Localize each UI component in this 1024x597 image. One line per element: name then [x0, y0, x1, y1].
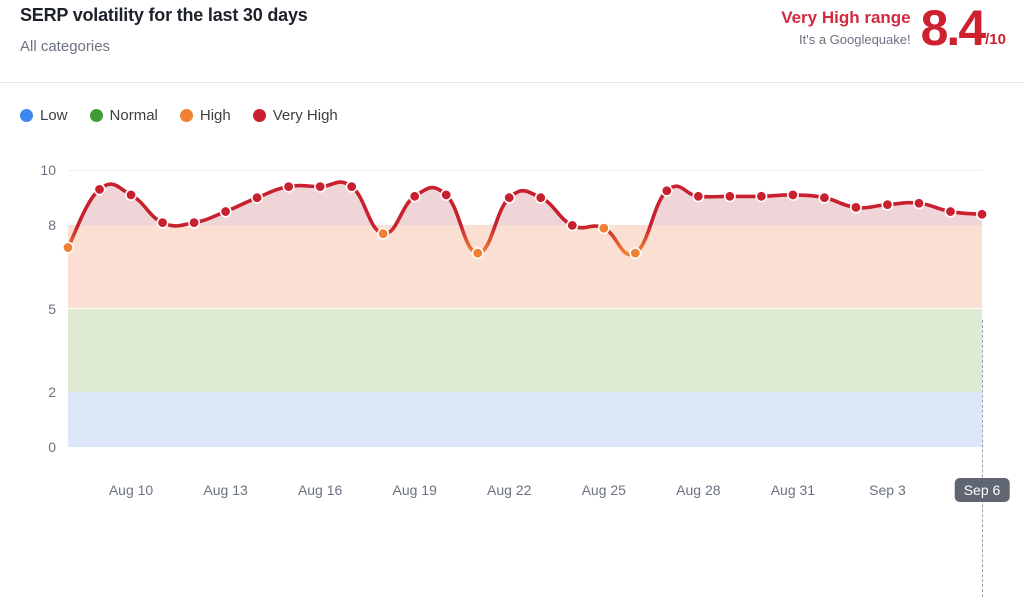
data-point[interactable] — [188, 216, 201, 229]
x-tick-label[interactable]: Aug 25 — [582, 482, 626, 498]
legend-dot-icon — [252, 109, 266, 122]
legend-dot-icon — [179, 109, 193, 122]
legend-dot-icon — [89, 109, 103, 122]
y-tick-label: 8 — [48, 217, 56, 234]
x-tick-label[interactable]: Aug 31 — [771, 482, 815, 498]
data-point[interactable] — [818, 191, 831, 204]
x-tick-label[interactable]: Aug 19 — [393, 482, 437, 498]
data-point[interactable] — [660, 184, 673, 197]
y-tick-label: 2 — [48, 383, 56, 400]
legend-label: Low — [40, 107, 68, 124]
data-point[interactable] — [345, 180, 358, 193]
score-text-group: Very High range It's a Googlequake! — [781, 4, 920, 49]
score-denominator: /10 — [985, 31, 1006, 48]
legend-label: High — [199, 107, 231, 124]
legend-label: Very High — [272, 107, 338, 124]
gridline-top — [68, 170, 982, 171]
data-point[interactable] — [786, 188, 799, 201]
data-point[interactable] — [944, 205, 957, 218]
plot-area — [62, 170, 988, 447]
data-point[interactable] — [755, 190, 768, 203]
chart-header: SERP volatility for the last 30 days All… — [0, 0, 1024, 83]
range-sublabel: It's a Googlequake! — [799, 32, 911, 47]
today-marker-line — [982, 320, 983, 597]
legend-dot-icon — [20, 109, 33, 122]
data-point[interactable] — [156, 216, 169, 229]
category-subtitle: All categories — [20, 38, 111, 55]
x-tick-label[interactable]: Aug 22 — [487, 482, 531, 498]
legend-item-normal[interactable]: Normal — [89, 107, 158, 124]
x-tick-label[interactable]: Sep 3 — [869, 482, 906, 498]
data-point[interactable] — [912, 197, 925, 210]
chart-legend: Low Normal High Very High — [20, 107, 338, 124]
legend-item-very-high[interactable]: Very High — [252, 107, 338, 124]
data-point[interactable] — [692, 190, 705, 203]
data-point[interactable] — [440, 188, 453, 201]
data-point[interactable] — [597, 222, 610, 235]
data-point[interactable] — [534, 191, 547, 204]
score-number-wrap: 8.4 /10 — [920, 0, 1006, 56]
data-point[interactable] — [219, 205, 232, 218]
legend-item-low[interactable]: Low — [20, 107, 68, 124]
x-axis: Aug 10 Aug 13 Aug 16 Aug 19 Aug 22 Aug 25 Aug … — [0, 470, 1024, 516]
volatility-score-block: Very High range It's a Googlequake! 8.4 … — [781, 0, 1006, 70]
legend-label: Normal — [109, 107, 158, 124]
volatility-chart: 10 8 5 2 0 Aug 10 Aug 13 Aug 16 Aug 19 Aug 22 Aug… — [0, 150, 1024, 597]
volatility-line — [62, 180, 988, 260]
data-point[interactable] — [125, 188, 138, 201]
x-tick-label-current[interactable]: Sep 6 — [954, 478, 1010, 502]
data-point[interactable] — [377, 227, 390, 240]
x-tick-label[interactable]: Aug 13 — [203, 482, 247, 498]
data-point[interactable] — [251, 191, 264, 204]
data-point[interactable] — [503, 191, 516, 204]
data-point[interactable] — [93, 183, 106, 196]
score-value: 8.4 — [920, 0, 987, 56]
data-point[interactable] — [881, 198, 894, 211]
data-point[interactable] — [629, 247, 642, 260]
x-tick-label[interactable]: Aug 16 — [298, 482, 342, 498]
data-point[interactable] — [471, 247, 484, 260]
data-point[interactable] — [975, 208, 988, 221]
y-tick-label: 10 — [40, 162, 56, 178]
data-point[interactable] — [849, 201, 862, 214]
data-point[interactable] — [62, 241, 74, 254]
y-tick-label: 0 — [48, 439, 56, 455]
data-point[interactable] — [408, 190, 421, 203]
x-tick-label[interactable]: Aug 28 — [676, 482, 720, 498]
y-tick-label: 5 — [48, 300, 56, 317]
data-point[interactable] — [314, 180, 327, 193]
data-point[interactable] — [566, 219, 579, 232]
volatility-line-path — [66, 180, 984, 257]
range-label: Very High range — [781, 8, 911, 27]
page-title: SERP volatility for the last 30 days — [20, 5, 308, 25]
x-tick-label[interactable]: Aug 10 — [109, 482, 153, 498]
data-point[interactable] — [723, 190, 736, 203]
data-point[interactable] — [282, 180, 295, 193]
legend-item-high[interactable]: High — [179, 107, 231, 124]
